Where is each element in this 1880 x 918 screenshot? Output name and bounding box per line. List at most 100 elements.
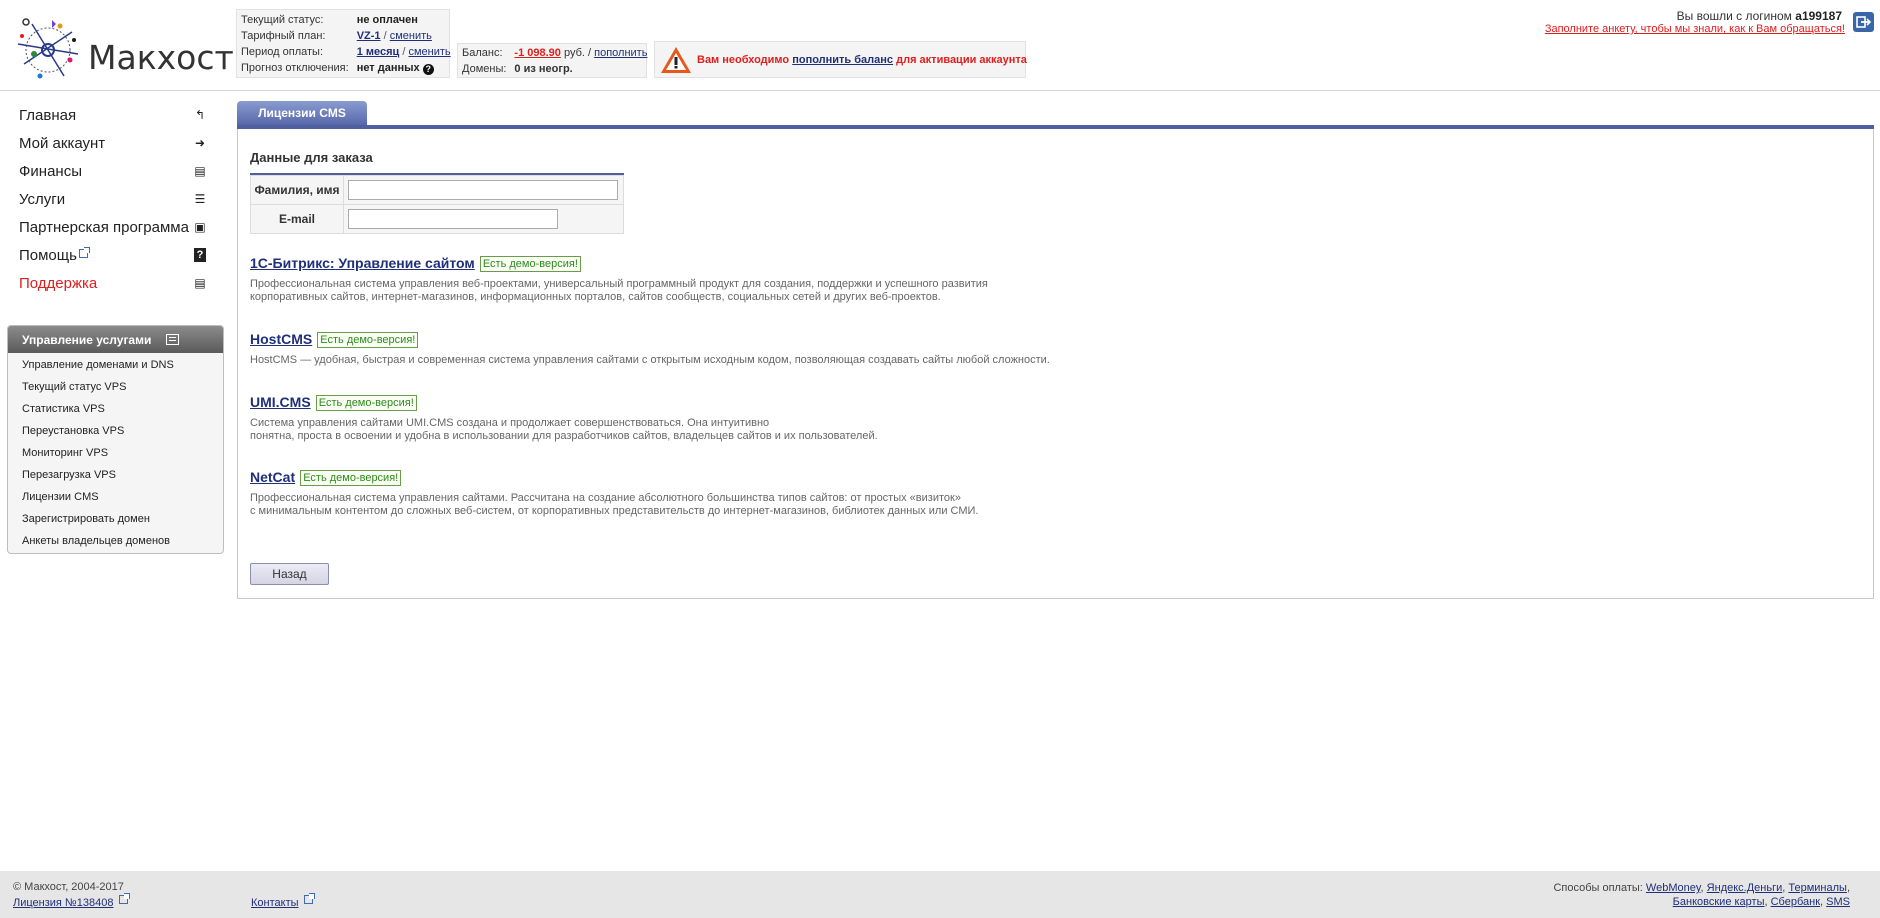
logo-text: Макхост [88,38,234,77]
cms-description: Профессиональная система управления сайт… [250,492,961,504]
support-icon: ▤ [194,276,206,290]
balance-box: Баланс: -1 098.90 руб. / пополнить Домен… [457,43,647,78]
help-icon: ? [194,248,206,262]
license-link[interactable]: Лицензия №138408 [13,897,113,909]
logo[interactable]: Макхост [12,14,234,86]
tariff-link[interactable]: VZ-1 [357,30,381,42]
payment-webmoney-link[interactable]: WebMoney [1646,882,1701,894]
payment-cards-link[interactable]: Банковские карты [1673,896,1765,908]
payment-sberbank-link[interactable]: Сбербанк [1771,896,1820,908]
payment-yandex-link[interactable]: Яндекс.Деньги [1707,882,1783,894]
forecast-value: нет данных [356,61,420,74]
cms-description: понятна, проста в освоении и удобна в ис… [250,429,878,442]
account-status-box: Текущий статус: не оплачен Тарифный план… [236,9,451,78]
section-title: Данные для заказа [250,150,373,165]
balance-value[interactable]: -1 098.90 [514,47,560,59]
menu-item-label: Партнерская программа [19,219,189,236]
menu-item-services[interactable]: Услуги ☰ [19,188,215,216]
external-link-icon [118,893,130,904]
service-item-vps-reinstall[interactable]: Переустановка VPS [8,420,223,442]
email-label: E-mail [250,204,344,234]
tab-cms-licenses[interactable]: Лицензии CMS [237,101,367,126]
domains-label: Домены: [462,63,507,75]
period-link[interactable]: 1 месяц [357,46,400,58]
activation-warning: Вам необходимо пополнить баланс для акти… [654,41,1027,78]
demo-badge: Есть демо-версия! [315,395,417,411]
tariff-label: Тарифный план: [241,30,326,42]
menu-item-label: Помощь [19,247,77,264]
logo-graphic-icon [17,18,79,79]
service-item-dns[interactable]: Управление доменами и DNS [8,354,223,376]
warning-topup-link[interactable]: пополнить баланс [792,54,893,66]
main-panel: Данные для заказа Фамилия, имя E-mail 1С… [237,129,1874,599]
main-menu: Главная ↰ Мой аккаунт ➜ Финансы ▤ Услуги… [19,104,215,300]
menu-item-label: Услуги [19,191,66,208]
name-label: Фамилия, имя [250,175,344,205]
menu-item-label: Главная [19,107,77,124]
tariff-change-link[interactable]: сменить [390,30,432,42]
menu-item-partner[interactable]: Партнерская программа ▣ [19,216,215,244]
payment-terminals-link[interactable]: Терминалы [1788,882,1847,894]
question-icon[interactable]: ? [422,63,434,75]
demo-badge: Есть демо-версия! [300,470,402,486]
cms-item-netcat: NetCat Есть демо-версия! Профессиональна… [250,469,979,517]
logout-icon[interactable] [1853,12,1874,32]
menu-item-label: Поддержка [19,275,98,292]
payment-methods: Способы оплаты: WebMoney, Яндекс.Деньги,… [1553,882,1850,908]
contacts-link[interactable]: Контакты [251,897,299,909]
cms-title-link[interactable]: HostCMS [250,331,312,347]
service-item-cms-licenses[interactable]: Лицензии CMS [8,486,223,508]
warning-text-after: для активации аккаунта [896,54,1027,66]
account-icon: ➜ [194,136,206,150]
cms-item-bitrix: 1С-Битрикс: Управление сайтом Есть демо-… [250,255,988,303]
name-input[interactable] [348,180,618,200]
period-label: Период оплаты: [241,46,324,58]
back-button[interactable]: Назад [250,563,329,585]
cms-title-link[interactable]: NetCat [250,469,295,485]
cms-title-link[interactable]: UMI.CMS [250,394,311,410]
payment-sms-link[interactable]: SMS [1826,896,1850,908]
cms-title-link[interactable]: 1С-Битрикс: Управление сайтом [250,255,475,271]
services-icon: ☰ [194,192,206,206]
login-text: Вы вошли с логином [1676,9,1792,23]
email-input[interactable] [348,209,558,229]
menu-item-support[interactable]: Поддержка ▤ [19,272,215,300]
list-icon [166,334,179,345]
footer: © Макхост, 2004-2017 Лицензия №138408 Ко… [0,871,1880,918]
service-item-vps-monitoring[interactable]: Мониторинг VPS [8,442,223,464]
menu-item-help[interactable]: Помощь ? [19,244,215,272]
cms-description: HostCMS — удобная, быстрая и современная… [250,354,1050,366]
header: Макхост Текущий статус: не оплачен Тариф… [0,0,1880,91]
service-item-vps-stats[interactable]: Статистика VPS [8,398,223,420]
balance-label: Баланс: [462,47,503,59]
external-link-icon [303,893,315,904]
period-change-link[interactable]: сменить [408,46,450,58]
finance-icon: ▤ [194,164,206,178]
service-item-vps-status[interactable]: Текущий статус VPS [8,376,223,398]
menu-item-account[interactable]: Мой аккаунт ➜ [19,132,215,160]
menu-item-label: Финансы [19,163,82,180]
service-item-register-domain[interactable]: Зарегистрировать домен [8,508,223,530]
menu-item-finance[interactable]: Финансы ▤ [19,160,215,188]
fill-profile-link[interactable]: Заполните анкету, чтобы мы знали, как к … [1545,23,1845,35]
cms-description: корпоративных сайтов, интернет-магазинов… [250,290,941,303]
forecast-label: Прогноз отключения: [241,62,349,74]
service-item-domain-owners[interactable]: Анкеты владельцев доменов [8,530,223,552]
service-item-vps-reboot[interactable]: Перезагрузка VPS [8,464,223,486]
menu-item-home[interactable]: Главная ↰ [19,104,215,132]
topup-link[interactable]: пополнить [594,47,647,59]
login-username: a199187 [1795,9,1842,23]
cms-item-umicms: UMI.CMS Есть демо-версия! Система управл… [250,394,878,442]
cms-description: Профессиональная система управления веб-… [250,278,988,290]
demo-badge: Есть демо-версия! [317,332,419,348]
cms-description: с минимальным контентом до сложных веб-с… [250,504,979,517]
current-status-value: не оплачен [356,14,418,26]
domains-value: 0 из неогр. [514,63,573,75]
services-panel-header[interactable]: Управление услугами [8,326,223,353]
external-link-icon [78,247,90,258]
payments-label: Способы оплаты: [1553,882,1643,894]
cms-description: Система управления сайтами UMI.CMS созда… [250,417,770,429]
menu-item-label: Мой аккаунт [19,135,106,152]
warning-icon [661,47,691,73]
partner-icon: ▣ [194,220,206,234]
